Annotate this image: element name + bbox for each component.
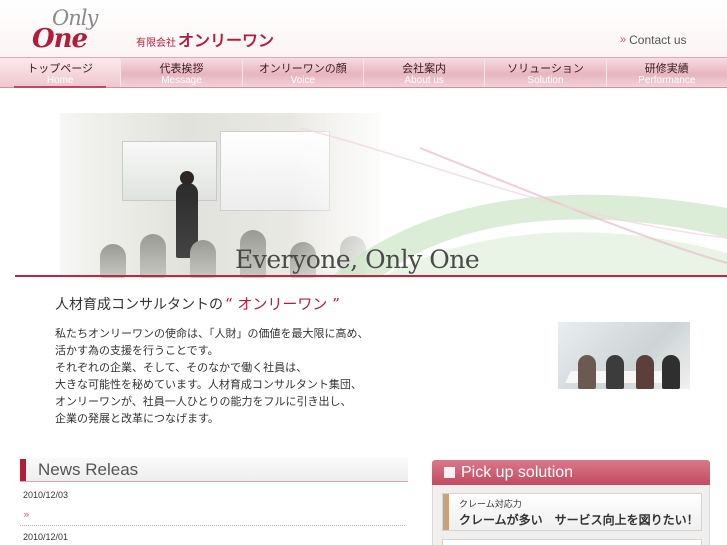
nav-label-en: Solution [527,75,564,86]
news-header: News Releas [20,458,408,482]
nav-label-jp: オンリーワンの顔 [258,62,347,75]
pickup-title: Pick up solution [461,463,574,481]
site-logo[interactable]: Only One [30,6,110,54]
news-title: News Releas [38,459,139,479]
hero-tagline: Everyone, Only One [235,245,480,274]
company-name: 有限会社 オンリーワン [136,27,274,51]
news-header-accent [20,458,26,481]
nav-item-performance[interactable]: 研修実績 Performance [607,58,727,87]
double-chevron-icon: » [620,34,627,46]
double-chevron-icon: » [23,508,30,521]
company-name-text: オンリーワン [178,31,275,50]
contact-label: Contact us [629,33,687,47]
nav-item-home[interactable]: トップページ Home [0,58,122,88]
intro-line: 活かす為の支援を行うことです。 [55,344,219,357]
nav-label-en: Performance [638,75,696,86]
pickup-header: Pick up solution [432,460,710,485]
intro-line: 私たちオンリーワンの使命は、「人財」の価値を最大限に高め、 [55,327,369,340]
pickup-card-accent [443,494,449,530]
news-item[interactable]: 2010/12/03 » [20,484,405,526]
intro-line: オンリーワンが、社員一人ひとりの能力をフルに引き出し、 [55,395,352,408]
nav-label-en: About us [404,75,444,86]
pickup-card-title: クレームが多い サービス向上を図りたい！ [459,513,699,527]
logo-one-text: One [32,24,88,54]
intro-line: 大きな可能性を秘めています。人材育成コンサルタント集団、 [55,378,362,391]
nav-label-jp: ソリューション [507,62,584,75]
square-bullet-icon [444,467,455,478]
meeting-photo [558,322,690,389]
intro-line: それぞれの企業、そして、そのなかで働く社員は、 [55,361,308,374]
company-prefix: 有限会社 [136,38,176,49]
nav-label-en: Message [161,75,202,86]
nav-item-message[interactable]: 代表挨拶 Message [121,58,243,87]
intro-heading-brand: “ オンリーワン ” [225,295,340,313]
nav-label-en: Voice [290,75,316,86]
news-date: 2010/12/03 [23,490,69,500]
main-nav: トップページ Home 代表挨拶 Message オンリーワンの顔 Voice … [0,57,727,88]
hero-divider [15,275,727,277]
contact-link[interactable]: » Contact us [620,33,687,47]
intro-heading: 人材育成コンサルタントの “ オンリーワン ” [55,293,340,314]
pickup-card-category: クレーム対応力 [459,500,522,510]
pickup-panel: クレーム対応力 クレームが多い サービス向上を図りたい！ [432,485,710,545]
news-list: 2010/12/03 » 2010/12/01 [20,484,405,545]
nav-label-jp: 研修実績 [644,62,689,75]
pickup-card[interactable]: クレーム対応力 クレームが多い サービス向上を図りたい！ [442,493,702,531]
news-item[interactable]: 2010/12/01 [20,526,405,545]
pickup-card-next[interactable] [442,539,702,545]
intro-text: 私たちオンリーワンの使命は、「人財」の価値を最大限に高め、 活かす為の支援を行う… [55,325,415,427]
news-date: 2010/12/01 [23,532,69,542]
site-header: Only One 有限会社 オンリーワン » Contact us [0,0,727,57]
nav-item-about[interactable]: 会社案内 About us [364,58,486,87]
hero-banner: Everyone, Only One [0,88,727,278]
nav-item-voice[interactable]: オンリーワンの顔 Voice [243,58,364,87]
nav-label-jp: 会社案内 [402,62,447,75]
intro-heading-prefix: 人材育成コンサルタントの [55,297,223,313]
nav-label-jp: 代表挨拶 [159,62,204,75]
nav-item-solution[interactable]: ソリューション Solution [485,58,607,87]
nav-label-jp: トップページ [27,62,94,75]
intro-line: 企業の発展と改革につなげます。 [55,412,219,425]
nav-label-en: Home [46,75,74,86]
